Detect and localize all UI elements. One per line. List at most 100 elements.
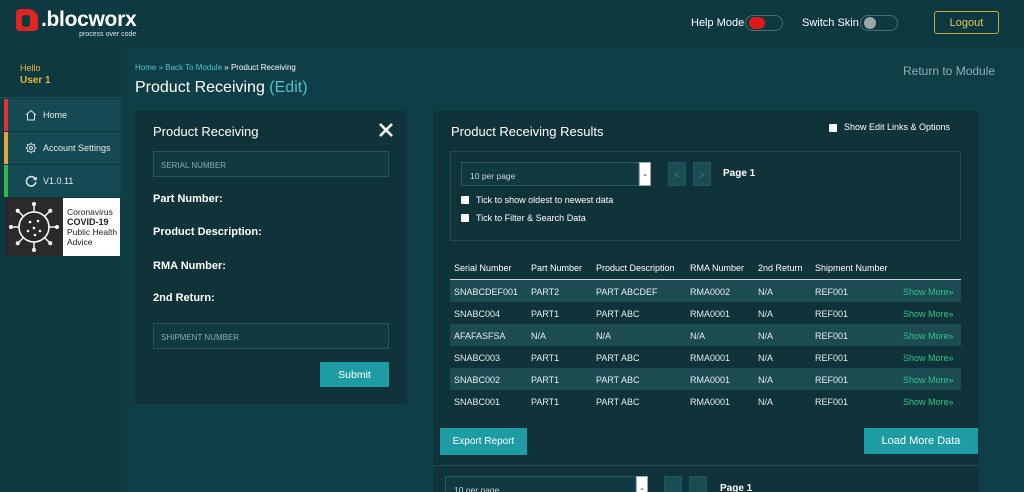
- show-more-link[interactable]: Show More»: [903, 287, 954, 297]
- prev-page-button[interactable]: <: [668, 162, 686, 186]
- column-header-rma: RMA Number: [690, 263, 745, 273]
- column-header-2nd-return: 2nd Return: [758, 263, 803, 273]
- covid-line-2: COVID-19: [67, 217, 109, 227]
- sidebar-item-version[interactable]: V1.0.11: [4, 165, 121, 197]
- breadcrumb: Home » Back To Module » Product Receivin…: [135, 63, 296, 72]
- switch-skin-toggle[interactable]: [860, 15, 898, 31]
- oldest-first-checkbox[interactable]: [461, 196, 469, 204]
- table-row[interactable]: SNABC004 PART1 PART ABC RMA0001 N/A REF0…: [450, 302, 961, 324]
- cell-part: PART1: [531, 309, 560, 319]
- cell-shipment: REF001: [815, 287, 849, 297]
- cell-description: N/A: [596, 331, 612, 341]
- page-indicator: Page 1: [723, 168, 756, 179]
- brand-name: .blocworx: [41, 8, 137, 31]
- cell-description: PART ABCDEF: [596, 287, 658, 297]
- show-more-link[interactable]: Show More»: [903, 397, 954, 407]
- covid-line-1: Coronavirus: [67, 207, 113, 217]
- table-row[interactable]: SNABC002 PART1 PART ABC RMA0001 N/A REF0…: [450, 368, 961, 390]
- cell-rma: RMA0002: [690, 287, 731, 297]
- logo-mark-icon: [16, 9, 38, 31]
- cell-part: N/A: [531, 331, 547, 341]
- breadcrumb-home-link[interactable]: Home: [135, 63, 156, 72]
- sidebar-item-label: Home: [43, 110, 68, 120]
- breadcrumb-back-link[interactable]: Back To Module: [165, 63, 222, 72]
- covid-line-4: Advice: [67, 237, 93, 247]
- results-title: Product Receiving Results: [451, 124, 604, 139]
- page-title: Product Receiving (Edit): [135, 79, 308, 96]
- product-description-label: Product Description:: [153, 226, 262, 238]
- close-icon[interactable]: [378, 122, 394, 138]
- bottom-prev-page-button[interactable]: [664, 476, 682, 492]
- show-edit-links-checkbox[interactable]: [829, 124, 837, 132]
- cell-rma: N/A: [690, 331, 706, 341]
- show-more-link[interactable]: Show More»: [903, 331, 954, 341]
- help-mode-label: Help Mode: [691, 17, 745, 29]
- bottom-per-page-select[interactable]: 10 per page: [445, 476, 636, 492]
- table-row[interactable]: SNABC003 PART1 PART ABC RMA0001 N/A REF0…: [450, 346, 961, 368]
- per-page-select[interactable]: 10 per page: [461, 162, 639, 186]
- chevron-down-icon[interactable]: ⌄: [636, 476, 648, 492]
- gear-icon: [25, 142, 37, 154]
- cell-2nd-return: N/A: [758, 353, 774, 363]
- bottom-next-page-button[interactable]: [689, 476, 707, 492]
- sidebar-item-home[interactable]: Home: [4, 99, 121, 131]
- next-page-button[interactable]: >: [693, 162, 711, 186]
- show-more-link[interactable]: Show More»: [903, 353, 954, 363]
- edit-link[interactable]: (Edit): [269, 79, 307, 96]
- bottom-page-indicator: Page 1: [720, 483, 753, 492]
- cell-2nd-return: N/A: [758, 287, 774, 297]
- cell-rma: RMA0001: [690, 375, 731, 385]
- show-edit-links-label: Show Edit Links & Options: [844, 122, 951, 132]
- user-name: User 1: [20, 75, 51, 86]
- cell-part: PART1: [531, 375, 560, 385]
- column-header-part: Part Number: [531, 263, 583, 273]
- cell-shipment: REF001: [815, 397, 849, 407]
- cell-part: PART2: [531, 287, 560, 297]
- show-more-link[interactable]: Show More»: [903, 375, 954, 385]
- sidebar-item-account-settings[interactable]: Account Settings: [4, 132, 121, 164]
- hello-text: Hello: [20, 63, 41, 73]
- cell-serial: AFAFASFSA: [454, 331, 506, 341]
- cell-rma: RMA0001: [690, 353, 731, 363]
- cell-shipment: REF001: [815, 375, 849, 385]
- sidebar-divider: [0, 97, 121, 98]
- logout-button[interactable]: Logout: [934, 11, 999, 34]
- cell-description: PART ABC: [596, 397, 640, 407]
- home-icon: [25, 109, 37, 121]
- cell-description: PART ABC: [596, 375, 640, 385]
- chevron-down-icon[interactable]: ⌄: [639, 162, 651, 186]
- table-row[interactable]: SNABC001 PART1 PART ABC RMA0001 N/A REF0…: [450, 390, 961, 412]
- export-report-button[interactable]: Export Report: [440, 428, 527, 455]
- oldest-first-label: Tick to show oldest to newest data: [476, 195, 614, 205]
- help-mode-toggle[interactable]: [745, 15, 783, 31]
- column-header-shipment: Shipment Number: [815, 263, 888, 273]
- submit-button[interactable]: Submit: [320, 362, 389, 387]
- bottom-divider: [434, 465, 979, 466]
- filter-search-label: Tick to Filter & Search Data: [476, 213, 586, 223]
- brand-tagline: process over code: [79, 31, 137, 38]
- column-header-description: Product Description: [596, 263, 675, 273]
- cell-serial: SNABC001: [454, 397, 501, 407]
- switch-skin-label: Switch Skin: [802, 17, 859, 29]
- serial-number-input[interactable]: SERIAL NUMBER: [153, 151, 389, 177]
- show-more-link[interactable]: Show More»: [903, 309, 954, 319]
- blocworx-logo[interactable]: .blocworx process over code: [16, 8, 137, 38]
- filter-search-checkbox[interactable]: [461, 214, 469, 222]
- cell-serial: SNABCDEF001: [454, 287, 519, 297]
- part-number-label: Part Number:: [153, 193, 223, 205]
- breadcrumb-current: Product Receiving: [230, 63, 296, 72]
- load-more-data-button[interactable]: Load More Data: [864, 428, 978, 454]
- cell-serial: SNABC003: [454, 353, 501, 363]
- covid-advice-banner[interactable]: Coronavirus COVID-19 Public Health Advic…: [5, 198, 120, 256]
- cell-shipment: REF001: [815, 353, 849, 363]
- cell-rma: RMA0001: [690, 397, 731, 407]
- table-row[interactable]: SNABCDEF001 PART2 PART ABCDEF RMA0002 N/…: [450, 280, 961, 302]
- cell-description: PART ABC: [596, 309, 640, 319]
- rma-number-label: RMA Number:: [153, 260, 226, 272]
- shipment-number-input[interactable]: SHIPMENT NUMBER: [153, 323, 389, 349]
- return-to-module-link[interactable]: Return to Module: [903, 64, 995, 78]
- form-title: Product Receiving: [153, 124, 259, 139]
- table-row[interactable]: AFAFASFSA N/A N/A N/A N/A REF001 Show Mo…: [450, 324, 961, 346]
- covid-line-3: Public Health: [67, 227, 118, 237]
- virus-icon: [5, 198, 63, 256]
